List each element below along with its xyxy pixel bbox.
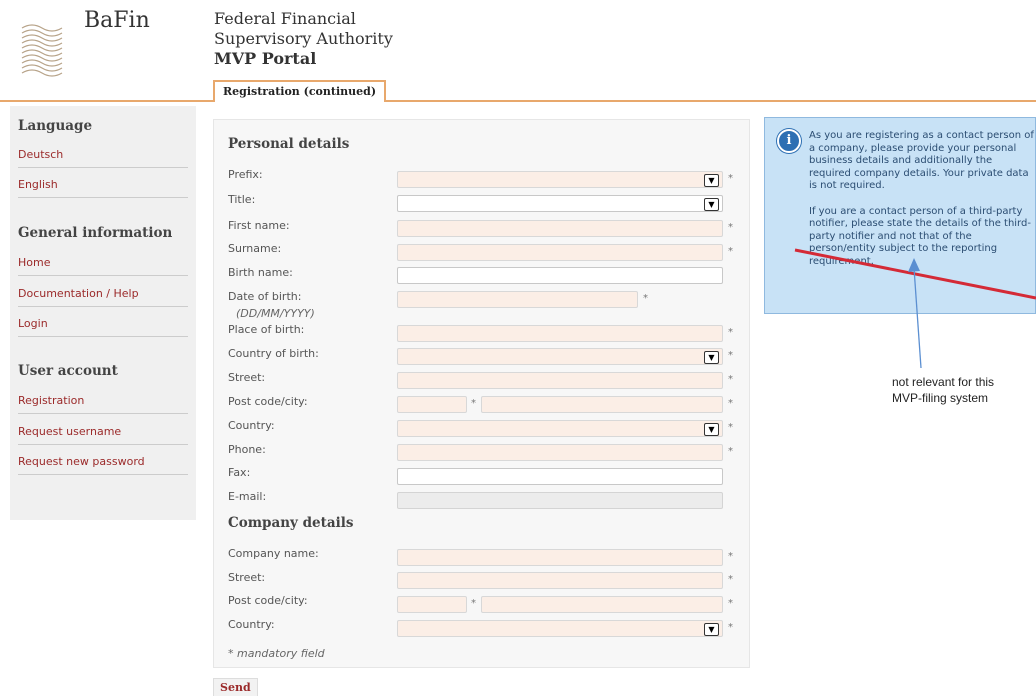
required-marker: *: [728, 622, 733, 633]
required-marker: *: [728, 350, 733, 361]
org-title: Federal Financial Supervisory Authority …: [214, 9, 393, 69]
country-select[interactable]: ▼: [397, 420, 723, 437]
sidebar-section-general-information: General information: [18, 225, 173, 241]
annotation-note: not relevant for this MVP-filing system: [892, 374, 994, 406]
street-input[interactable]: [397, 372, 723, 389]
post-code-input[interactable]: [397, 396, 467, 413]
sidebar-item-english[interactable]: English: [18, 173, 188, 198]
required-marker: *: [471, 398, 476, 409]
annotation-note-line-2: MVP-filing system: [892, 391, 989, 405]
place-of-birth-label: Place of birth:: [228, 323, 305, 336]
birth-name-label: Birth name:: [228, 266, 293, 279]
first-name-label: First name:: [228, 219, 290, 232]
registration-form: Personal details Prefix: ▼ * Title: ▼ Fi…: [213, 119, 750, 668]
required-marker: *: [728, 327, 733, 338]
sidebar-item-documentation-help[interactable]: Documentation / Help: [18, 282, 188, 307]
date-format-hint: (DD/MM/YYYY): [236, 307, 315, 320]
tab-registration-continued[interactable]: Registration (continued): [213, 80, 387, 102]
bafin-logo-icon: [21, 24, 63, 77]
org-line-1: Federal Financial: [214, 9, 356, 28]
sidebar-item-login[interactable]: Login: [18, 312, 188, 337]
sidebar-item-deutsch[interactable]: Deutsch: [18, 143, 188, 168]
country-of-birth-label: Country of birth:: [228, 347, 319, 360]
prefix-select[interactable]: ▼: [397, 171, 723, 188]
required-marker: *: [728, 222, 733, 233]
sidebar: Language Deutsch English General informa…: [10, 106, 196, 520]
company-country-select[interactable]: ▼: [397, 620, 723, 637]
required-marker: *: [728, 574, 733, 585]
date-of-birth-input[interactable]: [397, 291, 638, 308]
email-label: E-mail:: [228, 490, 267, 503]
chevron-down-icon: ▼: [704, 423, 719, 436]
info-paragraph-2: If you are a contact person of a third-p…: [809, 205, 1031, 267]
tab-bar-line: [0, 100, 1036, 102]
fax-label: Fax:: [228, 466, 251, 479]
info-paragraph-1: As you are registering as a contact pers…: [809, 130, 1034, 191]
chevron-down-icon: ▼: [704, 623, 719, 636]
company-street-label: Street:: [228, 571, 266, 584]
required-marker: *: [728, 551, 733, 562]
fax-input[interactable]: [397, 468, 723, 485]
org-line-2: Supervisory Authority: [214, 29, 393, 48]
email-field[interactable]: [397, 492, 723, 509]
company-details-heading: Company details: [228, 515, 354, 531]
info-text: As you are registering as a contact pers…: [809, 130, 1035, 281]
title-select[interactable]: ▼: [397, 195, 723, 212]
sidebar-item-request-username[interactable]: Request username: [18, 420, 188, 445]
portal-name: MVP Portal: [214, 49, 317, 68]
surname-label: Surname:: [228, 242, 282, 255]
country-of-birth-select[interactable]: ▼: [397, 348, 723, 365]
required-marker: *: [728, 246, 733, 257]
required-marker: *: [471, 598, 476, 609]
bafin-logo: BaFin: [20, 8, 180, 78]
required-marker: *: [728, 374, 733, 385]
birth-name-input[interactable]: [397, 267, 723, 284]
place-of-birth-input[interactable]: [397, 325, 723, 342]
street-label: Street:: [228, 371, 266, 384]
post-code-city-label: Post code/city:: [228, 395, 308, 408]
company-post-code-input[interactable]: [397, 596, 467, 613]
date-of-birth-label: Date of birth:: [228, 290, 302, 303]
title-label: Title:: [228, 193, 256, 206]
company-name-label: Company name:: [228, 547, 319, 560]
company-post-code-city-label: Post code/city:: [228, 594, 308, 607]
chevron-down-icon: ▼: [704, 174, 719, 187]
sidebar-section-user-account: User account: [18, 363, 118, 379]
required-marker: *: [728, 422, 733, 433]
first-name-input[interactable]: [397, 220, 723, 237]
required-marker: *: [728, 598, 733, 609]
required-marker: *: [728, 446, 733, 457]
sidebar-item-home[interactable]: Home: [18, 251, 188, 276]
personal-details-heading: Personal details: [228, 136, 350, 152]
required-marker: *: [643, 293, 648, 304]
company-name-input[interactable]: [397, 549, 723, 566]
sidebar-section-language: Language: [18, 118, 93, 134]
info-box: i As you are registering as a contact pe…: [764, 117, 1036, 314]
country-label: Country:: [228, 419, 275, 432]
company-street-input[interactable]: [397, 572, 723, 589]
annotation-note-line-1: not relevant for this: [892, 375, 995, 389]
prefix-label: Prefix:: [228, 168, 263, 181]
chevron-down-icon: ▼: [704, 351, 719, 364]
required-marker: *: [728, 398, 733, 409]
send-button[interactable]: Send: [213, 678, 258, 696]
sidebar-item-registration[interactable]: Registration: [18, 389, 188, 414]
city-input[interactable]: [481, 396, 723, 413]
company-country-label: Country:: [228, 618, 275, 631]
logo-text: BaFin: [84, 8, 150, 33]
mandatory-field-note: * mandatory field: [228, 647, 325, 660]
info-icon: i: [777, 129, 801, 153]
required-marker: *: [728, 173, 733, 184]
company-city-input[interactable]: [481, 596, 723, 613]
chevron-down-icon: ▼: [704, 198, 719, 211]
surname-input[interactable]: [397, 244, 723, 261]
phone-input[interactable]: [397, 444, 723, 461]
sidebar-item-request-new-password[interactable]: Request new password: [18, 450, 188, 475]
phone-label: Phone:: [228, 443, 266, 456]
